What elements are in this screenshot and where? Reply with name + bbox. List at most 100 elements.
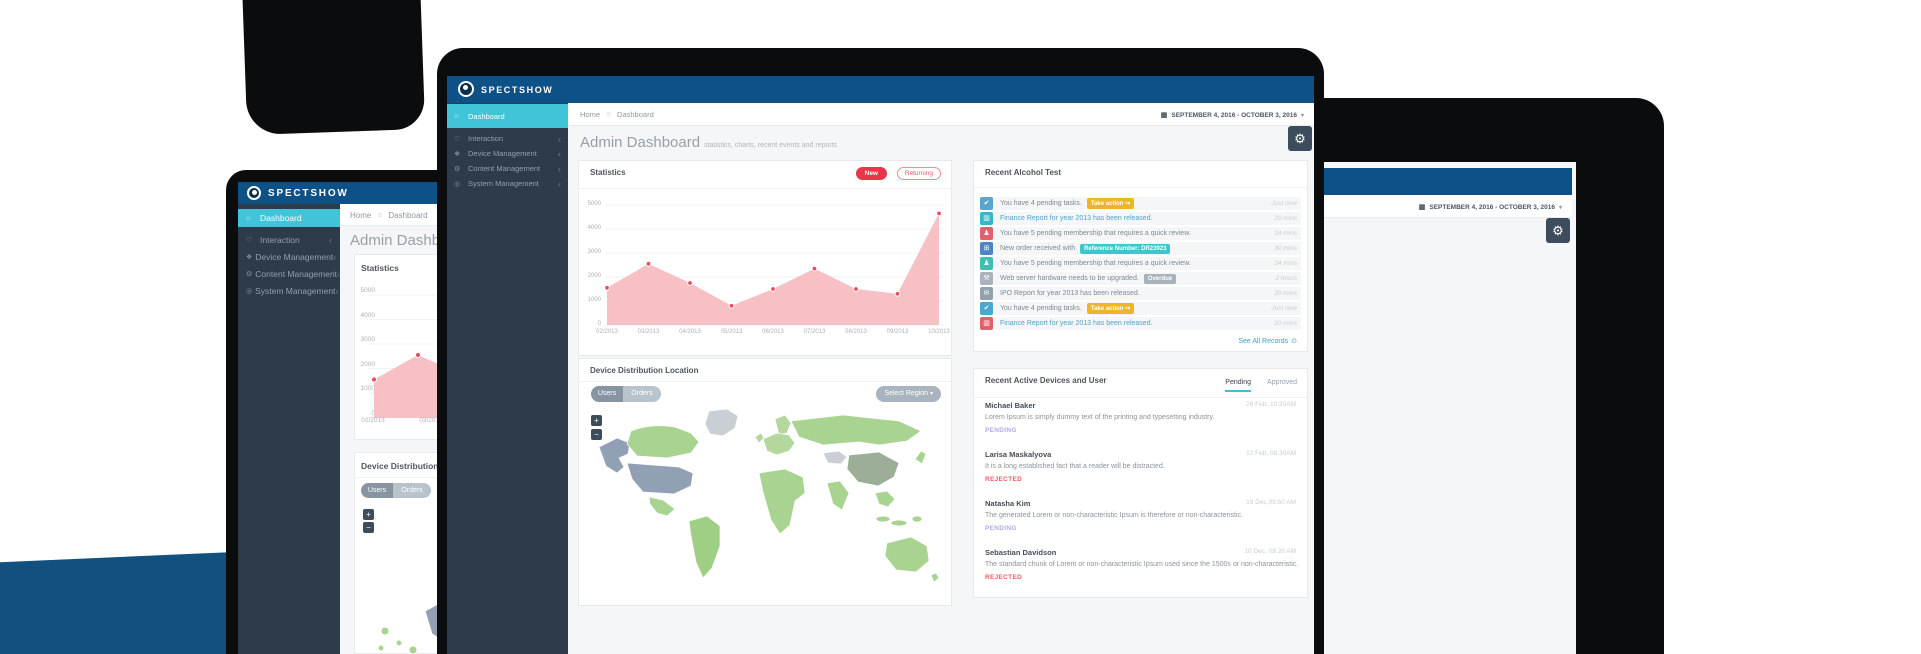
device-bezel-top — [241, 0, 425, 135]
users-toggle[interactable]: Users — [591, 386, 623, 402]
statistics-card: Statistics New Returning 500040003000200… — [578, 160, 952, 356]
gear-icon: ⚙ — [1552, 223, 1564, 238]
tab-pending[interactable]: Pending — [1225, 379, 1251, 392]
sidebar-item-dashboard[interactable]: ⌂Dashboard — [238, 209, 340, 227]
breadcrumb-bar: Home ⊙ Dashboard ▦ SEPTEMBER 4, 2016 - O… — [568, 103, 1314, 126]
sidebar-item-system-management[interactable]: ◎System Management‹ — [447, 176, 568, 191]
tab-approved[interactable]: Approved — [1267, 379, 1297, 386]
home-icon: ⌂ — [454, 113, 465, 120]
app-header: SpectShow — [1324, 168, 1572, 195]
notification-badge[interactable]: Overdue — [1144, 274, 1176, 284]
user-entry[interactable]: Michael Baker26 Feb, 10:30AMLorem Ipsum … — [985, 401, 1296, 445]
calendar-icon: ▦ — [1419, 203, 1426, 211]
dashboard: SpectShow ⌂Dashboard♡Interaction‹❖Device… — [1324, 168, 1572, 654]
notification-badge[interactable]: Reference Number: DR23923 — [1080, 244, 1170, 254]
x-tick-label: 10/2013 — [921, 329, 952, 335]
breadcrumb: Home ⊙ Dashboard — [580, 110, 654, 119]
status-badge: REJECTED — [985, 574, 1022, 581]
sidebar: ⌂Dashboard ♡Interaction‹❖Device Managemen… — [447, 103, 568, 654]
world-map[interactable] — [591, 407, 943, 601]
x-tick-label: 05/2013 — [714, 329, 750, 335]
notification-text: New order received with — [1000, 245, 1075, 252]
select-region-button[interactable]: Select Region ▾ — [876, 386, 941, 402]
notification-time: 20 mins — [1274, 215, 1301, 222]
notification-time: 24 mins — [1274, 260, 1301, 267]
app-header: SpectShow — [447, 76, 1314, 103]
breadcrumb-home[interactable]: Home — [350, 211, 371, 220]
app-header: SpectShow — [238, 182, 452, 204]
notification-row[interactable]: ▥Finance Report for year 2013 has been r… — [980, 317, 1301, 330]
see-all-records-link[interactable]: See All Records ⊙ — [1238, 337, 1297, 345]
sidebar-item-device-management[interactable]: ❖Device Management‹ — [238, 248, 340, 265]
sidebar-item-system-management[interactable]: ◎System Management‹ — [238, 282, 340, 299]
notification-text: Finance Report for year 2013 has been re… — [1000, 320, 1153, 327]
sidebar-item-content-management[interactable]: ⚙Content Management‹ — [447, 161, 568, 176]
y-tick-label: 3000 — [579, 249, 601, 255]
chevron-down-icon: ▾ — [930, 391, 933, 397]
user-date: 26 Feb, 10:30AM — [1246, 401, 1296, 408]
gear-icon: ⚙ — [1294, 131, 1306, 146]
legend-new-button[interactable]: New — [856, 167, 887, 180]
notification-row[interactable]: ✔You have 4 pending tasks.Take action ↪J… — [980, 197, 1301, 210]
status-badge: REJECTED — [985, 476, 1022, 483]
users-toggle[interactable]: Users — [361, 483, 393, 498]
recent-alcohol-test-card: Recent Alcohol Test ✔You have 4 pending … — [973, 160, 1308, 352]
date-range-picker[interactable]: ▦ SEPTEMBER 4, 2016 - OCTOBER 3, 2016 ▾ — [1161, 111, 1304, 119]
chevron-icon: ‹ — [558, 179, 561, 189]
user-entry[interactable]: Larisa Maskalyova12 Feb, 08:30AMIt is a … — [985, 450, 1296, 494]
notification-row[interactable]: ♟You have 5 pending membership that requ… — [980, 227, 1301, 240]
breadcrumb-current: Dashboard — [388, 211, 427, 220]
sidebar-item-device-management[interactable]: ❖Device Management‹ — [447, 146, 568, 161]
notification-row[interactable]: ✉IPO Report for year 2013 has been relea… — [980, 287, 1301, 300]
user-entry[interactable]: Natasha Kim19 Dec,09:50 AMThe generated … — [985, 499, 1296, 543]
x-tick-label: 02/2013 — [589, 329, 625, 335]
settings-button[interactable]: ⚙ — [1288, 126, 1312, 151]
breadcrumb-bar: Home ⊙ Dashboard ▦ SEPTEMBER 4, 2016 - O… — [1324, 195, 1572, 218]
sidebar-item-label: Device Management — [468, 149, 558, 158]
breadcrumb: Home ⊙ Dashboard — [350, 211, 428, 220]
x-tick-label: 06/2013 — [755, 329, 791, 335]
notification-time: Just now — [1271, 200, 1301, 207]
sidebar-item-interaction[interactable]: ♡Interaction‹ — [447, 131, 568, 146]
statistics-title: Statistics — [590, 168, 626, 177]
breadcrumb-home[interactable]: Home — [580, 110, 600, 119]
notification-row[interactable]: ⊞New order received withReference Number… — [980, 242, 1301, 255]
device-bezel-main: SpectShow ⌂Dashboard♡Interaction‹❖Device… — [437, 48, 1324, 654]
y-tick-label: 2000 — [579, 273, 601, 279]
x-tick-label: 03/2013 — [631, 329, 667, 335]
notification-text: You have 4 pending tasks. — [1000, 305, 1082, 312]
home-icon: ⌂ — [246, 215, 257, 222]
map-zoom-out-button[interactable]: − — [363, 522, 374, 533]
breadcrumb-separator-icon: ⊙ — [606, 111, 611, 118]
content-icon: ⚙ — [454, 165, 465, 173]
notification-time: 24 mins — [1274, 230, 1301, 237]
notification-row[interactable]: ⚒Web server hardware needs to be upgrade… — [980, 272, 1301, 285]
notification-row[interactable]: ♟You have 5 pending membership that requ… — [980, 257, 1301, 270]
notification-time: Just now — [1271, 305, 1301, 312]
map-zoom-in-button[interactable]: + — [363, 509, 374, 520]
interaction-icon: ♡ — [246, 236, 257, 244]
y-tick-label: 4000 — [579, 225, 601, 231]
notification-badge[interactable]: Take action ↪ — [1087, 303, 1134, 314]
page-title: Admin Dashboardstatistics, charts, recen… — [580, 134, 837, 151]
orders-toggle[interactable]: Orders — [623, 386, 661, 402]
recent-title: Recent Active Devices and User — [985, 376, 1107, 385]
alcohol-title: Recent Alcohol Test — [985, 168, 1061, 177]
user-entry[interactable]: Sebastian Davidson10 Dec, 09:20 AMThe st… — [985, 548, 1296, 592]
notification-badge[interactable]: Take action ↪ — [1087, 198, 1134, 209]
orders-toggle[interactable]: Orders — [393, 483, 431, 498]
notification-text: Finance Report for year 2013 has been re… — [1000, 215, 1153, 222]
breadcrumb-separator-icon: ⊙ — [377, 212, 382, 219]
sidebar-item-label: System Management — [255, 286, 335, 296]
check-icon: ✔ — [980, 197, 993, 210]
notification-row[interactable]: ▥Finance Report for year 2013 has been r… — [980, 212, 1301, 225]
sidebar-item-interaction[interactable]: ♡Interaction‹ — [238, 231, 340, 248]
settings-button[interactable]: ⚙ — [1546, 218, 1570, 243]
legend-returning-button[interactable]: Returning — [897, 167, 941, 180]
sidebar-item-dashboard[interactable]: ⌂Dashboard — [447, 104, 568, 128]
sidebar-item-content-management[interactable]: ⚙Content Management‹ — [238, 265, 340, 282]
date-range-picker[interactable]: ▦ SEPTEMBER 4, 2016 - OCTOBER 3, 2016 ▾ — [1419, 203, 1562, 211]
breadcrumb-current: Dashboard — [617, 110, 654, 119]
notification-row[interactable]: ✔You have 4 pending tasks.Take action ↪J… — [980, 302, 1301, 315]
page-subtitle: statistics, charts, recent events and re… — [704, 142, 837, 149]
